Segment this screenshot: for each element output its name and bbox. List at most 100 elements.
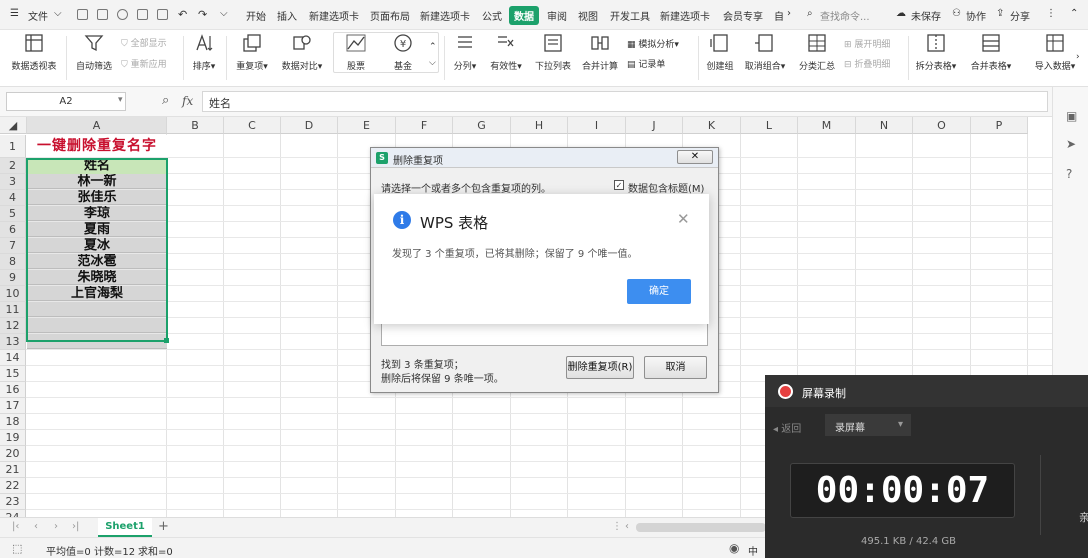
merge-calc-button[interactable]: 合并计算 — [579, 32, 621, 72]
cell-a13[interactable] — [27, 334, 167, 349]
expand-detail-button[interactable]: ⊞ 展开明细 — [844, 37, 890, 50]
next-sheet-icon[interactable]: › — [54, 521, 58, 532]
row-header-22[interactable]: 22 — [0, 478, 26, 494]
recorder-back-button[interactable]: ◂ 返回 — [773, 420, 801, 435]
tab-member[interactable]: 会员专享 — [723, 8, 763, 23]
name-box-chevron-icon[interactable]: ▾ — [118, 95, 123, 105]
fill-handle[interactable] — [164, 338, 169, 343]
has-header-checkbox[interactable]: ✓ — [614, 180, 624, 190]
gallery-more-icon[interactable]: ⌵ — [429, 58, 436, 68]
tab-home[interactable]: 开始 — [246, 8, 266, 23]
row-header-17[interactable]: 17 — [0, 398, 26, 414]
column-header-n[interactable]: N — [856, 117, 913, 134]
tab-page-layout[interactable]: 页面布局 — [370, 8, 410, 23]
row-header-19[interactable]: 19 — [0, 430, 26, 446]
row-header-9[interactable]: 9 — [0, 270, 26, 286]
tab-scroll-right-icon[interactable]: › — [787, 8, 791, 19]
cursor-icon[interactable]: ➤ — [1066, 137, 1076, 151]
add-sheet-icon[interactable]: + — [158, 519, 169, 534]
column-header-h[interactable]: H — [511, 117, 568, 134]
stock-button[interactable]: 股票 — [338, 32, 374, 72]
cell-a3[interactable]: 林一新 — [27, 174, 167, 189]
tab-formula[interactable]: 公式 — [482, 8, 502, 23]
row-header-18[interactable]: 18 — [0, 414, 26, 430]
row-header-7[interactable]: 7 — [0, 238, 26, 254]
row-header-23[interactable]: 23 — [0, 494, 26, 510]
row-header-8[interactable]: 8 — [0, 254, 26, 270]
sort-button[interactable]: 排序▾ — [188, 32, 220, 72]
cell-a12[interactable] — [27, 318, 167, 333]
column-header-j[interactable]: J — [626, 117, 683, 134]
dropdown-list-button[interactable]: 下拉列表 — [532, 32, 574, 72]
column-header-a[interactable]: A — [27, 117, 167, 134]
create-group-button[interactable]: 创建组 — [703, 32, 737, 72]
text-to-columns-button[interactable]: 分列▾ — [450, 32, 480, 72]
reapply-button[interactable]: ⛉ 重新应用 — [121, 57, 167, 70]
column-header-l[interactable]: L — [741, 117, 798, 134]
row-header-6[interactable]: 6 — [0, 222, 26, 238]
hscroll-left-icon[interactable]: ‹ — [625, 521, 629, 532]
quick-access-more-icon[interactable]: ⌵ — [220, 8, 228, 19]
select-all-corner[interactable]: ◢ — [0, 117, 27, 134]
column-header-g[interactable]: G — [453, 117, 511, 134]
column-header-i[interactable]: I — [568, 117, 626, 134]
show-all-button[interactable]: ⛉ 全部显示 — [121, 36, 167, 49]
tab-new-1[interactable]: 新建选项卡 — [309, 8, 359, 23]
column-header-o[interactable]: O — [913, 117, 971, 134]
column-header-f[interactable]: F — [396, 117, 453, 134]
recording-mode-select[interactable]: 录屏幕 ▾ — [825, 414, 911, 436]
save-icon[interactable] — [97, 9, 108, 20]
alert-close-icon[interactable]: ✕ — [677, 210, 690, 228]
cell-a1-title[interactable]: 一键删除重复名字 — [27, 135, 167, 157]
formula-input[interactable]: 姓名 — [202, 91, 1048, 112]
zoom-search-icon[interactable]: ⌕ — [162, 93, 169, 108]
file-menu[interactable]: 文件 — [28, 8, 48, 23]
sheet-tab-sheet1[interactable]: Sheet1 — [98, 518, 152, 537]
print-preview-icon[interactable] — [157, 9, 168, 20]
row-header-4[interactable]: 4 — [0, 190, 26, 206]
delete-duplicates-button[interactable]: 删除重复项(R) — [566, 356, 634, 379]
row-header-13[interactable]: 13 — [0, 334, 26, 350]
unsaved-status[interactable]: 未保存 — [911, 8, 941, 23]
cell-a4[interactable]: 张佳乐 — [27, 190, 167, 205]
cell-a10[interactable]: 上官海梨 — [27, 286, 167, 301]
row-header-2[interactable]: 2 — [0, 158, 26, 174]
duplicates-button[interactable]: 重复项▾ — [232, 32, 272, 72]
merge-table-button[interactable]: 合并表格▾ — [966, 32, 1016, 72]
share-button[interactable]: 分享 — [1010, 8, 1030, 23]
cell-a6[interactable]: 夏雨 — [27, 222, 167, 237]
new-file-icon[interactable] — [77, 9, 88, 20]
subtotal-button[interactable]: 分类汇总 — [796, 32, 838, 72]
undo-icon[interactable]: ↶ — [178, 8, 187, 21]
row-header-1[interactable]: 1 — [0, 135, 26, 158]
cancel-button[interactable]: 取消 — [644, 356, 707, 379]
row-header-16[interactable]: 16 — [0, 382, 26, 398]
column-header-m[interactable]: M — [798, 117, 856, 134]
row-header-20[interactable]: 20 — [0, 446, 26, 462]
record-form-button[interactable]: ▤ 记录单 — [627, 57, 665, 70]
fund-button[interactable]: ¥ 基金 — [385, 32, 421, 72]
dialog-close-button[interactable]: ✕ — [677, 150, 713, 164]
hamburger-icon[interactable]: ☰ — [10, 8, 19, 19]
row-header-15[interactable]: 15 — [0, 366, 26, 382]
tab-developer[interactable]: 开发工具 — [610, 8, 650, 23]
tab-new-2[interactable]: 新建选项卡 — [420, 8, 470, 23]
cell-a5[interactable]: 李琼 — [27, 206, 167, 221]
command-search[interactable]: 查找命令... — [820, 8, 870, 23]
row-header-11[interactable]: 11 — [0, 302, 26, 318]
cell-a2-header[interactable]: 姓名 — [27, 158, 167, 174]
tab-insert[interactable]: 插入 — [277, 8, 297, 23]
column-header-e[interactable]: E — [338, 117, 396, 134]
cell-a11[interactable] — [27, 302, 167, 317]
status-menu-icon[interactable]: ⬚ — [12, 542, 22, 555]
row-header-14[interactable]: 14 — [0, 350, 26, 366]
ungroup-button[interactable]: 取消组合▾ — [742, 32, 788, 72]
horizontal-scrollbar[interactable] — [636, 523, 766, 532]
side-panel-icon[interactable]: ▣ — [1066, 109, 1077, 123]
gallery-scroll-icon[interactable]: ⌃ — [429, 42, 437, 52]
row-header-5[interactable]: 5 — [0, 206, 26, 222]
validity-button[interactable]: 有效性▾ — [486, 32, 526, 72]
tab-view[interactable]: 视图 — [578, 8, 598, 23]
last-sheet-icon[interactable]: ›| — [72, 521, 79, 532]
function-icon[interactable]: fx — [182, 94, 193, 108]
